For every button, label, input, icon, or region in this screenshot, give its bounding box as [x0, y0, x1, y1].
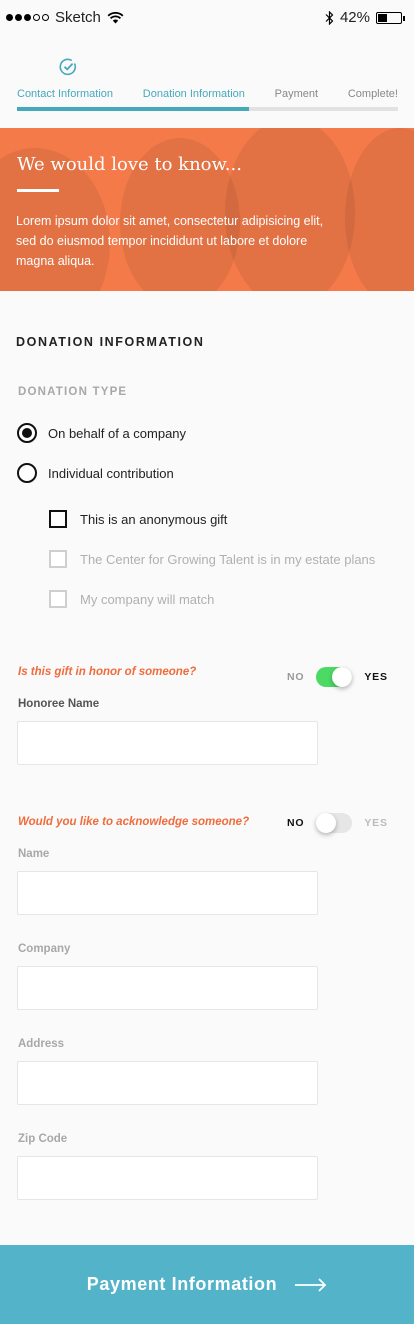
payment-information-button[interactable]: Payment Information	[0, 1245, 414, 1324]
checkbox[interactable]	[49, 510, 67, 528]
step-contact-information[interactable]: Contact Information	[17, 88, 113, 100]
donation-type-label: DONATION TYPE	[18, 386, 128, 398]
payment-information-label: Payment Information	[86, 1274, 278, 1294]
hero-title: We would love to know...	[17, 154, 242, 175]
honoree-name-input[interactable]	[17, 721, 318, 765]
battery-icon	[376, 11, 405, 24]
battery-percent: 42%	[339, 9, 370, 26]
step-labels: Contact Information Donation Information…	[17, 88, 398, 100]
step-complete[interactable]: Complete!	[348, 88, 398, 100]
company-label: Company	[18, 943, 71, 955]
acknowledge-toggle-switch[interactable]	[316, 813, 353, 833]
section-title: DONATION INFORMATION	[16, 335, 205, 349]
checkbox-label: My company will match	[80, 591, 215, 607]
radio-label: Individual contribution	[48, 465, 174, 481]
progress-fill	[17, 107, 250, 111]
status-bar-right: 42%	[325, 9, 405, 26]
checkbox[interactable]	[49, 590, 67, 608]
checkbox-anonymous-gift[interactable]: This is an anonymous gift	[49, 510, 227, 528]
checkbox[interactable]	[49, 550, 67, 568]
arrow-right-icon	[295, 1277, 327, 1292]
honor-toggle-group: NO YES	[287, 667, 388, 687]
honor-toggle-switch[interactable]	[316, 667, 353, 687]
hero-description: Lorem ipsum dolor sit amet, consectetur …	[16, 214, 324, 268]
toggle-knob[interactable]	[316, 813, 337, 833]
radio-button[interactable]	[17, 463, 37, 483]
toggle-no-label: NO	[287, 817, 305, 829]
radio-on-behalf-of-company[interactable]: On behalf of a company	[17, 423, 186, 443]
progress-track	[17, 107, 398, 111]
honor-question: Is this gift in honor of someone?	[18, 666, 197, 678]
status-bar-left: Sketch	[6, 9, 124, 26]
hero-banner: We would love to know... Lorem ipsum dol…	[0, 128, 414, 291]
checkbox-label: This is an anonymous gift	[80, 511, 228, 527]
acknowledge-question: Would you like to acknowledge someone?	[18, 816, 250, 828]
wifi-icon	[107, 11, 124, 23]
zip-code-label: Zip Code	[18, 1133, 68, 1145]
step-donation-information[interactable]: Donation Information	[143, 88, 245, 100]
honoree-name-label: Honoree Name	[18, 698, 100, 710]
name-label: Name	[18, 848, 50, 860]
radio-individual-contribution[interactable]: Individual contribution	[17, 463, 174, 483]
signal-strength-icon	[6, 14, 49, 21]
checkbox-estate-plans[interactable]: The Center for Growing Talent is in my e…	[49, 550, 375, 568]
acknowledge-toggle-group: NO YES	[287, 813, 388, 833]
step-complete-check-icon	[59, 58, 77, 76]
company-input[interactable]	[17, 966, 318, 1010]
toggle-knob[interactable]	[332, 667, 353, 687]
toggle-no-label: NO	[287, 671, 305, 683]
progress-stepper: Contact Information Donation Information…	[0, 50, 414, 112]
name-input[interactable]	[17, 871, 318, 915]
status-bar: Sketch 42%	[0, 0, 414, 36]
radio-label: On behalf of a company	[48, 425, 187, 441]
checkbox-label: The Center for Growing Talent is in my e…	[80, 551, 376, 567]
step-payment[interactable]: Payment	[275, 88, 318, 100]
hero-bg-figure	[345, 128, 414, 291]
address-input[interactable]	[17, 1061, 318, 1105]
hero-divider	[17, 189, 59, 192]
toggle-yes-label: YES	[364, 671, 388, 683]
bluetooth-icon	[325, 10, 334, 25]
radio-button[interactable]	[17, 423, 37, 443]
carrier-name: Sketch	[55, 9, 101, 26]
zip-code-input[interactable]	[17, 1156, 318, 1200]
toggle-yes-label: YES	[364, 817, 388, 829]
address-label: Address	[18, 1038, 65, 1050]
checkbox-company-match[interactable]: My company will match	[49, 590, 214, 608]
